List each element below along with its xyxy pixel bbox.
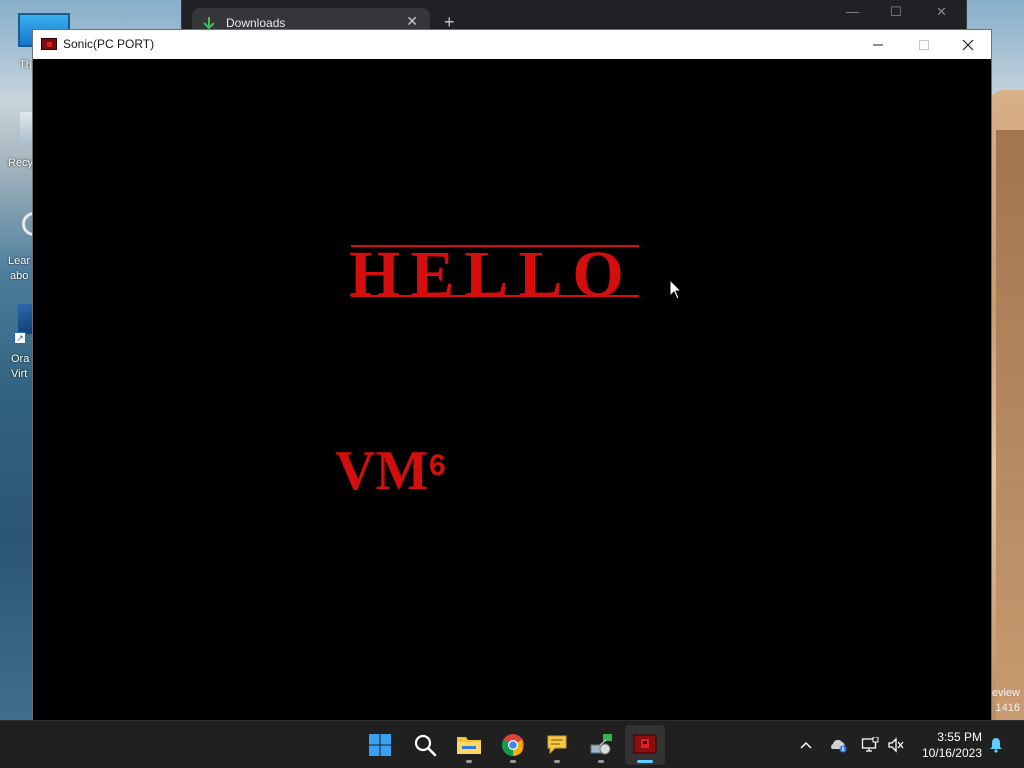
desktop-icon-label: Lear [8, 255, 31, 267]
minimize-icon[interactable]: — [846, 4, 859, 19]
show-hidden-icons-button[interactable] [796, 735, 816, 755]
watermark-line: 1416 [995, 702, 1020, 714]
volume-tray[interactable] [886, 735, 906, 755]
taskbar-chrome[interactable] [493, 725, 533, 765]
running-indicator [554, 760, 560, 763]
onedrive-tray[interactable] [828, 735, 848, 755]
maximize-icon[interactable]: ☐ [890, 4, 902, 20]
hello-bottom-line [351, 295, 639, 297]
minimize-button[interactable] [855, 30, 901, 59]
search-icon [414, 734, 437, 757]
network-icon [861, 737, 879, 752]
windows-start-icon [369, 734, 391, 756]
network-tray[interactable] [860, 735, 880, 755]
game-window[interactable]: Sonic(PC PORT) HELLO VM 6 [32, 29, 992, 720]
network-app-icon [590, 734, 612, 755]
taskbar-chat[interactable] [537, 725, 577, 765]
desktop-icon-label: Virt [11, 368, 28, 380]
desktop-icon-label: abo [10, 270, 29, 282]
close-icon [962, 39, 974, 50]
taskbar-start-button[interactable] [360, 725, 400, 765]
taskbar-file-explorer[interactable] [449, 725, 489, 765]
chrome-icon [502, 734, 524, 756]
active-window-indicator [637, 760, 653, 763]
onedrive-icon [831, 739, 847, 753]
minimize-icon [873, 44, 883, 45]
chevron-up-icon [800, 741, 812, 749]
desktop-icon-label: Recy [8, 157, 34, 169]
chat-bubble-icon [547, 735, 567, 755]
taskbar-search-button[interactable] [405, 725, 445, 765]
desktop-icon-label: Ora [11, 353, 30, 365]
hello-text: HELLO [349, 238, 634, 311]
close-icon[interactable]: ✕ [936, 4, 947, 20]
taskbar-sonic-pc-port[interactable] [625, 725, 665, 765]
maximize-button [901, 30, 947, 59]
running-indicator [598, 760, 604, 763]
game-screen[interactable]: HELLO VM 6 [33, 59, 991, 720]
sonic-app-icon [41, 38, 57, 50]
mouse-cursor-icon [669, 278, 683, 306]
clock-time: 3:55 PM [937, 730, 982, 744]
sonic-app-icon [633, 734, 657, 754]
clock[interactable]: 3:55 PM 10/16/2023 [912, 729, 982, 761]
folder-icon [457, 737, 481, 754]
vm-superscript: 6 [429, 449, 446, 482]
taskbar-network-app[interactable] [581, 725, 621, 765]
watermark-line: eview [991, 687, 1020, 699]
running-indicator [466, 760, 472, 763]
tab-title: Downloads [226, 16, 286, 30]
desktop-icon-label: Th [19, 59, 32, 71]
notification-center-button[interactable] [986, 735, 1006, 755]
title-bar[interactable]: Sonic(PC PORT) [33, 30, 991, 59]
vm-text: VM [335, 440, 429, 502]
notification-bell-icon [990, 738, 1002, 753]
taskbar: 3:55 PM 10/16/2023 [0, 720, 1024, 768]
clock-date: 10/16/2023 [921, 746, 982, 760]
close-tab-icon[interactable]: ✕ [406, 13, 418, 30]
shortcut-arrow-icon: ↗ [14, 332, 26, 344]
maximize-icon [919, 39, 929, 50]
windows-build-watermark: eview 1416 [992, 686, 1020, 716]
volume-muted-icon [888, 737, 904, 753]
wallpaper-dune-shadow [996, 130, 1024, 720]
running-indicator [510, 760, 516, 763]
window-title: Sonic(PC PORT) [63, 37, 155, 51]
close-button[interactable] [945, 30, 991, 59]
